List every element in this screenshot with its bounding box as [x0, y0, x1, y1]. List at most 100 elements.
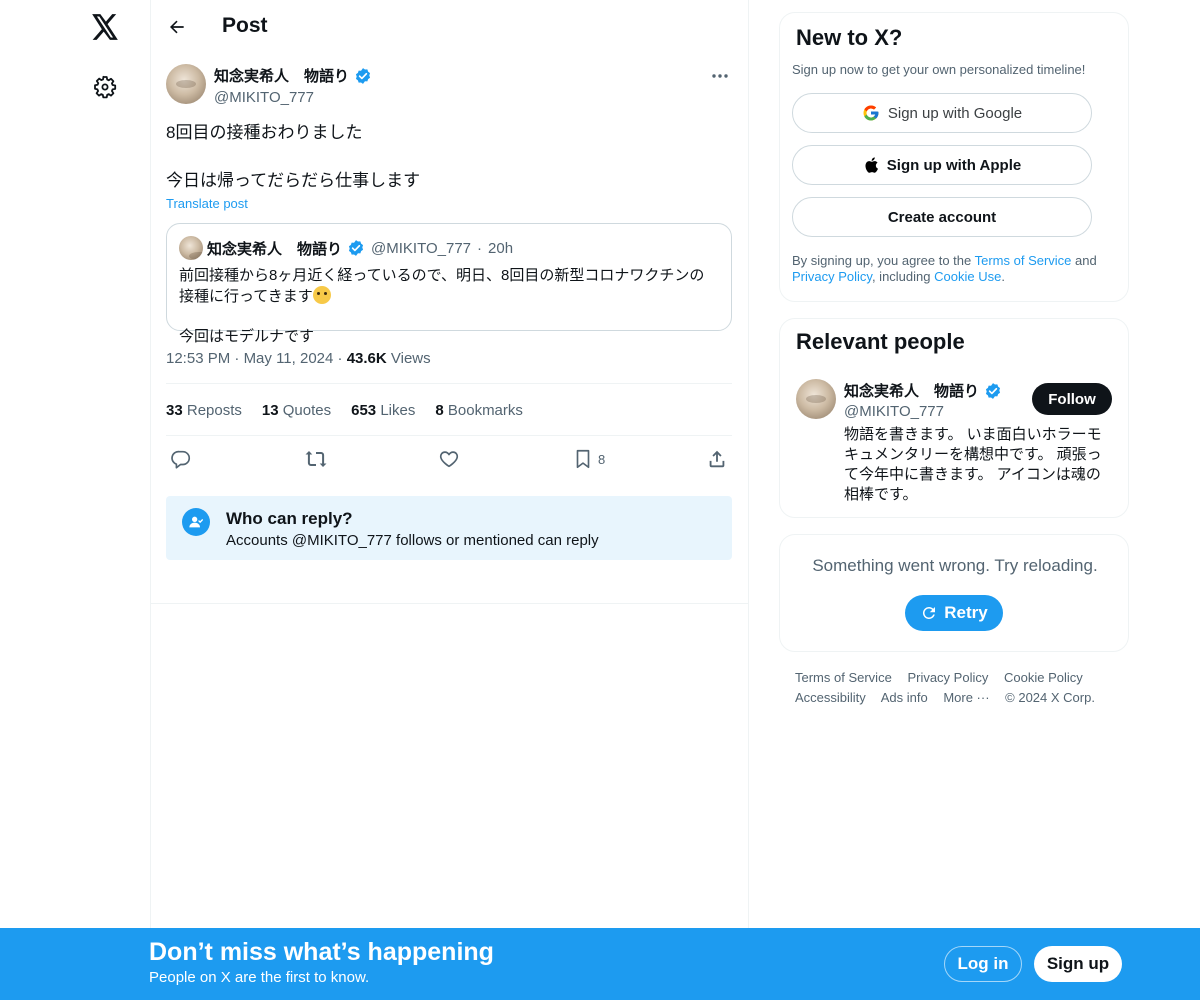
avatar[interactable]: [796, 379, 836, 419]
apple-icon: [863, 156, 879, 174]
footer-ads-link[interactable]: Ads info: [881, 690, 928, 705]
bookmarks-label: Bookmarks: [447, 402, 523, 419]
person-name: 知念実希人 物語り: [844, 383, 980, 400]
new-to-x-card: New to X? Sign up now to get your own pe…: [779, 12, 1129, 302]
privacy-link[interactable]: Privacy Policy: [792, 269, 872, 284]
bookmark-count: 8: [598, 451, 606, 467]
author-names: 知念実希人 物語り @MIKITO_777: [214, 65, 372, 106]
footer-accessibility-link[interactable]: Accessibility: [795, 690, 866, 705]
apple-button-label: Sign up with Apple: [886, 156, 1022, 174]
page-title: Post: [222, 14, 268, 37]
quote-time: 20h: [488, 239, 514, 257]
retry-button[interactable]: Retry: [905, 595, 1003, 631]
like-heart-icon[interactable]: [438, 448, 460, 470]
quotes-count: 13: [261, 402, 279, 419]
likes-label: Likes: [380, 402, 416, 419]
refresh-icon: [920, 604, 938, 622]
error-card: Something went wrong. Try reloading. Ret…: [779, 534, 1129, 652]
quoted-post[interactable]: 知念実希人 物語り @MIKITO_777 · 20h 前回接種から8ヶ月近く経…: [166, 223, 732, 345]
avatar: [179, 236, 203, 260]
share-icon[interactable]: [706, 448, 728, 470]
signup-banner: Don’t miss what’s happening People on X …: [0, 928, 1200, 1000]
terms-link[interactable]: Terms of Service: [975, 253, 1072, 268]
sidebar-footer: Terms of Service Privacy Policy Cookie P…: [795, 668, 1145, 708]
mention-user-icon: [182, 508, 210, 536]
reposts-stat[interactable]: 33 Reposts: [166, 402, 242, 419]
right-sidebar: New to X? Sign up now to get your own pe…: [779, 12, 1129, 652]
signup-legal-text: By signing up, you agree to the Terms of…: [792, 253, 1122, 285]
legal-and: and: [1071, 253, 1097, 268]
sign-up-apple-button[interactable]: Sign up with Apple: [792, 145, 1092, 185]
footer-terms-link[interactable]: Terms of Service: [795, 670, 892, 685]
bookmarks-stat[interactable]: 8 Bookmarks: [435, 402, 523, 419]
sign-up-button[interactable]: Sign up: [1034, 946, 1122, 982]
quote-text-line2: 今回はモデルナです: [179, 328, 315, 345]
reposts-count: 33: [166, 402, 183, 419]
footer-row-1: Terms of Service Privacy Policy Cookie P…: [795, 668, 1145, 688]
post-detail: 知念実希人 物語り @MIKITO_777 8回目の接種おわりました 今日は帰っ…: [166, 64, 732, 560]
bookmark-action[interactable]: 8: [572, 448, 605, 470]
legal-end: .: [1001, 269, 1005, 284]
footer-copyright: © 2024 X Corp.: [1005, 690, 1095, 705]
create-account-button[interactable]: Create account: [792, 197, 1092, 237]
more-options-icon[interactable]: [708, 66, 732, 86]
quotes-stat[interactable]: 13 Quotes: [262, 402, 331, 419]
reply-notice-title: Who can reply?: [226, 509, 353, 528]
post-text: 8回目の接種おわりました 今日は帰ってだらだら仕事します: [166, 123, 421, 190]
cookie-use-link[interactable]: Cookie Use: [934, 269, 1001, 284]
footer-more-link[interactable]: More ···: [943, 690, 989, 705]
quote-header: 知念実希人 物語り @MIKITO_777 · 20h: [179, 236, 719, 260]
person-handle[interactable]: @MIKITO_777: [844, 403, 944, 420]
author-name-row: 知念実希人 物語り: [214, 65, 372, 86]
log-in-button[interactable]: Log in: [944, 946, 1022, 982]
new-to-x-subtitle: Sign up now to get your own personalized…: [792, 62, 1086, 77]
post-meta: 12:53 PM · May 11, 2024 · 43.6K Views: [166, 350, 732, 384]
reply-icon[interactable]: [170, 448, 192, 470]
reposts-label: Reposts: [186, 402, 242, 419]
likes-count: 653: [351, 402, 377, 419]
footer-cookie-link[interactable]: Cookie Policy: [1004, 670, 1083, 685]
error-message: Something went wrong. Try reloading.: [812, 556, 1098, 575]
author-handle[interactable]: @MIKITO_777: [214, 89, 372, 106]
retry-label: Retry: [944, 603, 988, 622]
post-header: Post: [150, 0, 748, 54]
divider: [150, 603, 748, 604]
bookmark-icon: [572, 448, 594, 470]
translate-post-link[interactable]: Translate post: [166, 196, 732, 211]
new-to-x-title: New to X?: [796, 25, 903, 50]
banner-title: Don’t miss what’s happening: [149, 938, 494, 966]
quotes-label: Quotes: [282, 402, 332, 419]
banner-subtitle: People on X are the first to know.: [149, 969, 370, 986]
meta-separator: ·: [337, 350, 347, 367]
quote-separator: ·: [477, 239, 483, 257]
avatar[interactable]: [166, 64, 206, 104]
x-logo-icon[interactable]: [88, 10, 122, 44]
repost-icon[interactable]: [304, 448, 328, 470]
footer-row-2: Accessibility Ads info More ··· © 2024 X…: [795, 688, 1145, 708]
verified-badge-icon[interactable]: [354, 67, 372, 85]
verified-badge-icon: [984, 382, 1002, 400]
meta-separator: ·: [234, 350, 244, 367]
post-time[interactable]: 12:53 PM: [166, 350, 230, 367]
bookmarks-count: 8: [435, 402, 444, 419]
follow-button[interactable]: Follow: [1032, 383, 1112, 415]
likes-stat[interactable]: 653 Likes: [351, 402, 415, 419]
post-date[interactable]: May 11, 2024: [244, 350, 334, 367]
reply-notice-subtitle: Accounts @MIKITO_777 follows or mentione…: [226, 532, 599, 549]
post-actions: 8: [166, 436, 732, 483]
person-name-row[interactable]: 知念実希人 物語り: [844, 380, 1002, 401]
back-arrow-icon[interactable]: [162, 12, 192, 42]
person-bio: 物語を書きます。 いま面白いホラーモキュメンタリーを構想中です。 頑張って今年中…: [844, 426, 1102, 503]
verified-badge-icon: [347, 239, 365, 257]
legal-including: , including: [871, 269, 935, 284]
quote-text-line1: 前回接種から8ヶ月近く経っているので、明日、8回目の新型コロナワクチンの接種に行…: [179, 267, 705, 305]
author-name[interactable]: 知念実希人 物語り: [214, 65, 349, 86]
left-nav: [0, 0, 151, 1000]
sign-up-google-button[interactable]: Sign up with Google: [792, 93, 1092, 133]
gear-icon[interactable]: [90, 72, 120, 102]
views-count: 43.6K: [346, 350, 387, 367]
legal-prefix: By signing up, you agree to the: [792, 253, 975, 268]
footer-privacy-link[interactable]: Privacy Policy: [907, 670, 988, 685]
quote-author-name: 知念実希人 物語り: [207, 240, 343, 258]
google-icon: [862, 104, 880, 122]
